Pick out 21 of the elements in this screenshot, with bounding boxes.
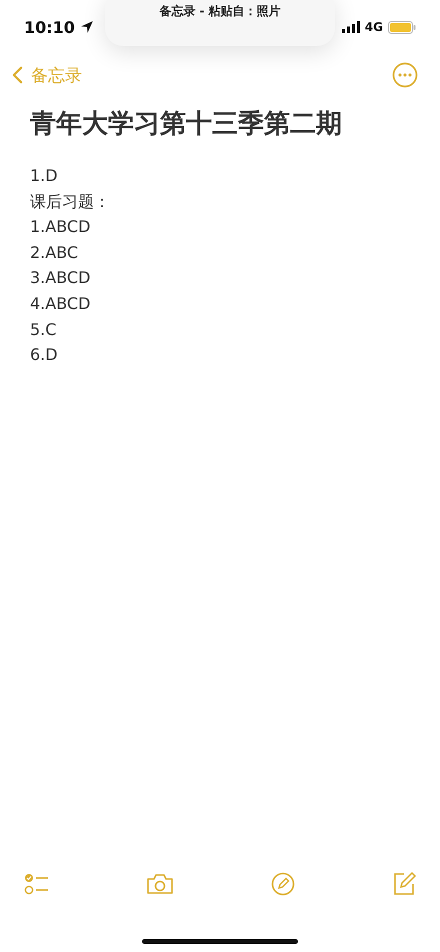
note-line: 6.D bbox=[30, 344, 59, 366]
note-line: 5.C bbox=[30, 318, 58, 341]
note-line: 1.ABCD bbox=[30, 216, 92, 238]
signal-icon bbox=[342, 21, 360, 33]
battery-icon bbox=[388, 20, 416, 34]
network-label: 4G bbox=[364, 20, 383, 34]
note-line: 课后习题： bbox=[30, 190, 111, 213]
note-title: 青年大学习第十三季第二期 bbox=[30, 108, 343, 141]
banner-text: 备忘录 - 粘贴自：照片 bbox=[159, 3, 281, 20]
note-line: 3.ABCD bbox=[30, 267, 92, 290]
more-icon[interactable] bbox=[392, 62, 418, 88]
pen-icon[interactable] bbox=[270, 872, 295, 896]
chevron-left-icon bbox=[12, 66, 23, 84]
status-time: 10:10 bbox=[24, 18, 75, 36]
note-line: 1.D bbox=[30, 165, 59, 187]
note-line: 4.ABCD bbox=[30, 292, 92, 315]
back-button[interactable]: 备忘录 bbox=[12, 64, 82, 86]
note-line: 2.ABC bbox=[30, 242, 80, 264]
camera-icon[interactable] bbox=[146, 873, 174, 895]
checklist-icon[interactable] bbox=[24, 872, 50, 896]
location-arrow-icon bbox=[80, 20, 94, 34]
